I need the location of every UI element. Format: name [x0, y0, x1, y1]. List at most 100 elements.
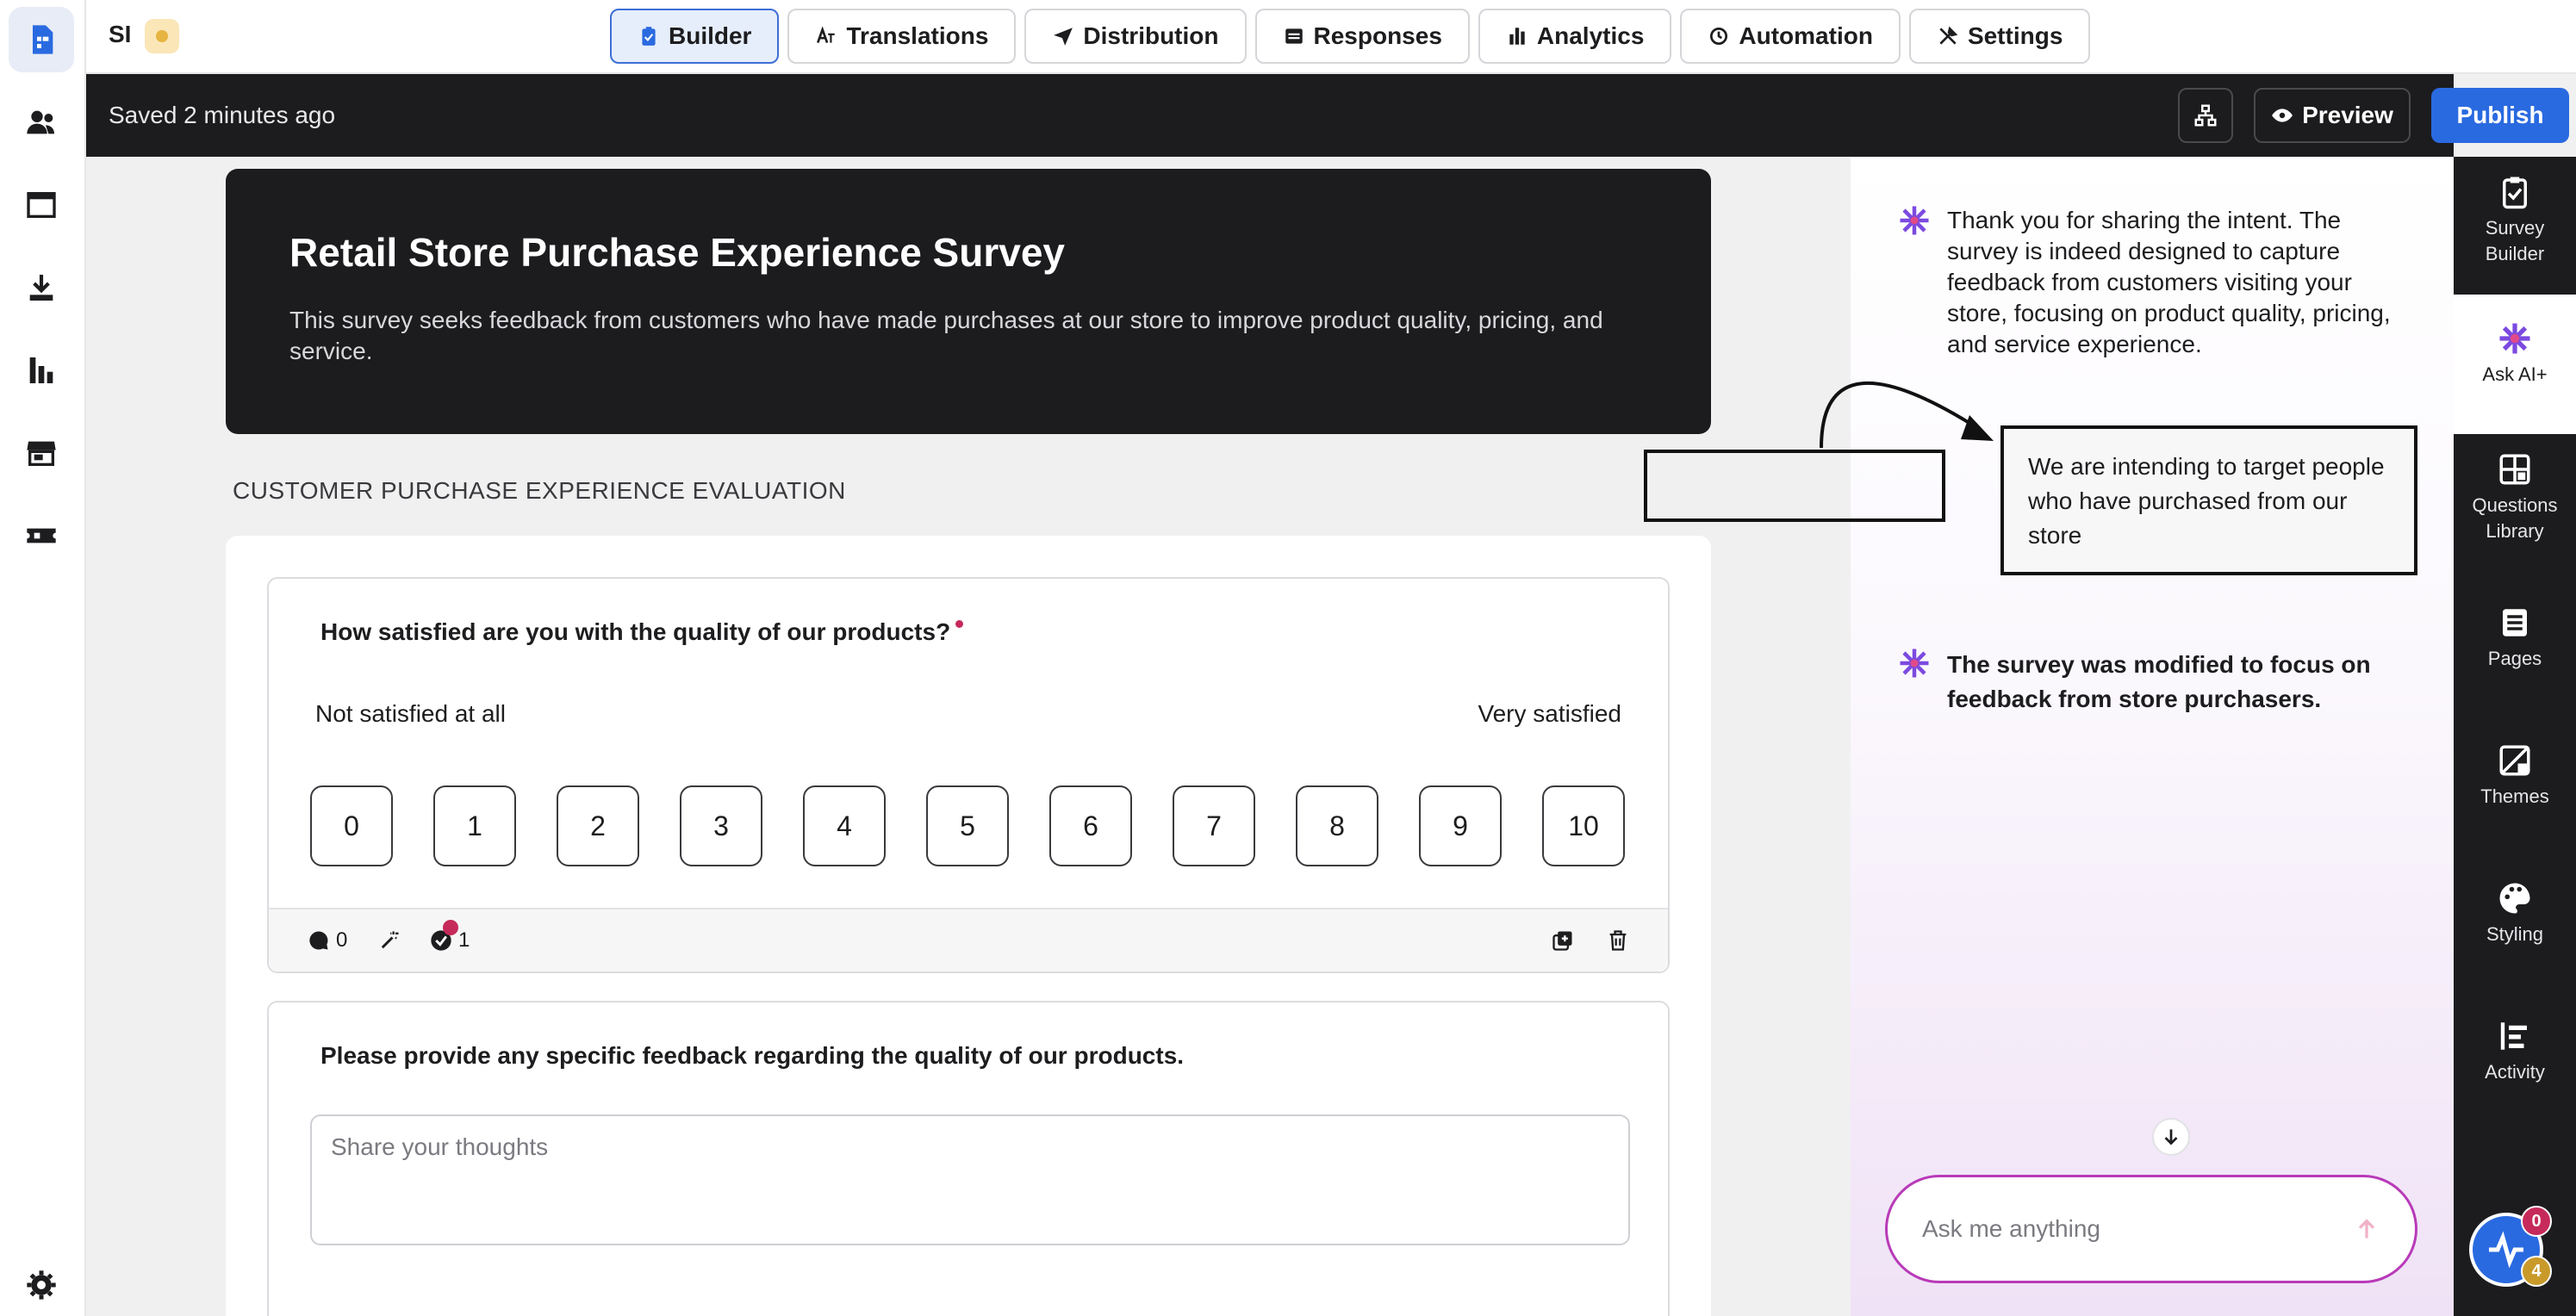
analytics-icon[interactable] — [9, 338, 74, 403]
comments-count: 0 — [336, 928, 348, 952]
question-text[interactable]: Please provide any specific feedback reg… — [320, 1042, 1184, 1070]
tab-label: Automation — [1739, 22, 1873, 49]
ai-message: Thank you for sharing the intent. The su… — [1947, 207, 2391, 357]
question-card-text[interactable]: Please provide any specific feedback reg… — [267, 1001, 1670, 1316]
bar-chart-icon — [1509, 28, 1525, 45]
scale-max-label[interactable]: Very satisfied — [1478, 699, 1621, 729]
duplicate-button[interactable] — [1551, 928, 1575, 953]
survey-title[interactable]: Retail Store Purchase Experience Survey — [289, 229, 1647, 276]
ai-sparkle-icon — [1900, 649, 1929, 678]
translate-icon — [817, 26, 836, 44]
scale-option[interactable]: 5 — [926, 785, 1009, 866]
section-title[interactable]: CUSTOMER PURCHASE EXPERIENCE EVALUATION — [233, 477, 846, 505]
magic-wand-icon — [381, 931, 399, 949]
themes-icon — [2499, 745, 2530, 776]
send-arrow-icon[interactable] — [2353, 1215, 2380, 1243]
download-icon[interactable] — [9, 255, 74, 320]
scale-option[interactable]: 7 — [1173, 785, 1255, 866]
ai-message: The survey was modified to focus on feed… — [1947, 651, 2371, 712]
workspace-logo[interactable]: SI — [109, 21, 131, 48]
ticket-icon[interactable] — [9, 503, 74, 568]
surveys-icon[interactable] — [9, 7, 74, 72]
send-icon — [1054, 28, 1073, 46]
responses-icon — [1285, 28, 1303, 44]
right-tool-rail: Survey Builder Ask AI+ Questions Library… — [2454, 157, 2576, 1120]
ask-ai-placeholder: Ask me anything — [1922, 1215, 2100, 1242]
logic-alert-dot — [443, 920, 458, 935]
sparkle-icon — [2499, 323, 2530, 354]
preview-button[interactable]: Preview — [2254, 88, 2411, 143]
annotation-box — [1644, 450, 1945, 522]
tab-label: Settings — [1967, 22, 2063, 49]
survey-header-card[interactable]: Retail Store Purchase Experience Survey … — [226, 169, 1711, 434]
tab-label: Translations — [846, 22, 989, 49]
preview-label: Preview — [2302, 102, 2393, 128]
palette-icon — [2499, 883, 2530, 914]
user-message-bubble: We are intending to target people who ha… — [2000, 425, 2417, 575]
rail-label: Styling — [2486, 923, 2544, 945]
survey-description[interactable]: This survey seeks feedback from customer… — [289, 305, 1647, 367]
arrow-down-icon — [2164, 1129, 2178, 1145]
tab-analytics[interactable]: Analytics — [1478, 9, 1672, 64]
rail-themes[interactable]: Themes — [2454, 742, 2576, 829]
scale-option[interactable]: 9 — [1419, 785, 1502, 866]
scale-option[interactable]: 3 — [680, 785, 762, 866]
rail-label: Ask AI+ — [2482, 363, 2548, 385]
rail-questions-library[interactable]: Questions Library — [2454, 451, 2576, 563]
tab-translations[interactable]: Translations — [787, 9, 1017, 64]
clipboard-check-icon — [2503, 177, 2527, 209]
logic-button[interactable]: 1 — [429, 920, 470, 953]
browser-window-icon[interactable] — [9, 172, 74, 238]
tab-automation[interactable]: Automation — [1680, 9, 1901, 64]
tab-label: Distribution — [1083, 22, 1219, 49]
ai-sparkle-icon — [1900, 206, 1929, 235]
ask-ai-input[interactable]: Ask me anything — [1885, 1175, 2417, 1283]
flow-view-button[interactable] — [2178, 88, 2233, 143]
activity-icon — [2500, 1022, 2527, 1050]
feedback-textarea[interactable]: Share your thoughts — [310, 1114, 1630, 1245]
save-status: Saved 2 minutes ago — [109, 102, 336, 128]
comment-icon — [309, 931, 328, 950]
rail-survey-builder[interactable]: Survey Builder — [2454, 174, 2576, 288]
rail-label: Activity — [2485, 1061, 2545, 1083]
scale-option[interactable]: 10 — [1542, 785, 1625, 866]
settings-gear-icon[interactable] — [9, 1252, 74, 1316]
tab-label: Builder — [669, 22, 752, 49]
rail-label: Pages — [2487, 648, 2542, 669]
scale-option[interactable]: 4 — [803, 785, 886, 866]
scale-option[interactable]: 8 — [1296, 785, 1378, 866]
store-icon[interactable] — [9, 420, 74, 486]
rail-label: Survey Builder — [2485, 217, 2545, 264]
publish-button[interactable]: Publish — [2431, 88, 2569, 143]
rail-ask-ai[interactable]: Ask AI+ — [2454, 295, 2576, 434]
annotation-arrow — [1820, 381, 1994, 449]
scale-option[interactable]: 0 — [310, 785, 393, 866]
tab-distribution[interactable]: Distribution — [1024, 9, 1247, 64]
required-indicator — [955, 620, 964, 628]
tools-icon — [1939, 26, 1958, 45]
rail-styling[interactable]: Styling — [2454, 880, 2576, 966]
question-text[interactable]: How satisfied are you with the quality o… — [320, 618, 964, 646]
scale-option[interactable]: 1 — [433, 785, 516, 866]
tab-responses[interactable]: Responses — [1254, 9, 1470, 64]
workspace-status-badge — [145, 19, 179, 53]
survey-page: How satisfied are you with the quality o… — [226, 536, 1711, 1316]
scale-option[interactable]: 6 — [1049, 785, 1132, 866]
scroll-down-button[interactable] — [2152, 1118, 2190, 1156]
left-nav-rail — [0, 0, 86, 1316]
tab-settings[interactable]: Settings — [1908, 9, 2091, 64]
rail-activity[interactable]: Activity — [2454, 1018, 2576, 1104]
comments-button[interactable]: 0 — [307, 928, 347, 953]
rail-label: Questions Library — [2472, 494, 2558, 542]
tab-label: Analytics — [1536, 22, 1645, 49]
rail-pages[interactable]: Pages — [2454, 605, 2576, 691]
ai-assist-button[interactable] — [377, 928, 401, 953]
tab-builder[interactable]: Builder — [610, 9, 780, 64]
task-badge: 4 — [2521, 1256, 2552, 1287]
scale-option[interactable]: 2 — [557, 785, 639, 866]
audience-icon[interactable] — [9, 90, 74, 155]
question-card-rating[interactable]: How satisfied are you with the quality o… — [267, 577, 1670, 973]
trash-icon — [1609, 930, 1627, 951]
scale-min-label[interactable]: Not satisfied at all — [315, 699, 522, 729]
delete-button[interactable] — [1606, 928, 1630, 953]
